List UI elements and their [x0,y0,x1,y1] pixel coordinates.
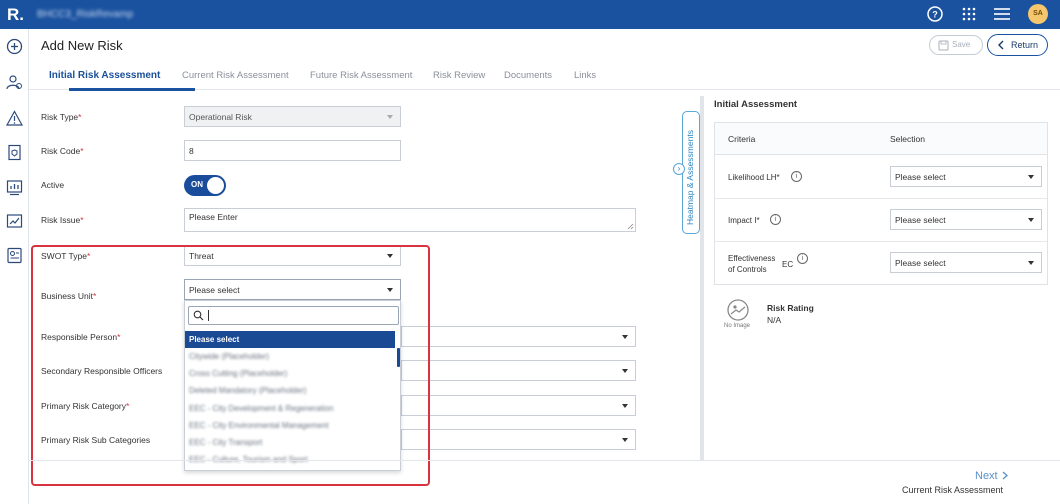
risk-rating-value: N/A [767,315,782,325]
tab-future-risk-assessment[interactable]: Future Risk Assessment [310,70,412,81]
resize-handle-icon[interactable] [627,223,634,230]
page-title: Add New Risk [41,38,123,53]
table-row: Effectiveness of Controls EC i Please se… [715,242,1047,285]
warning-icon[interactable] [6,110,23,127]
criteria-header: Criteria [728,134,756,144]
chevron-down-icon [1028,175,1034,179]
info-icon[interactable]: i [797,253,808,264]
chevron-down-icon [622,335,628,339]
report-chart-icon[interactable] [6,179,23,196]
add-circle-icon[interactable] [6,38,23,55]
risk-code-label: Risk Code* [41,146,84,156]
top-bar: R. BHCC3_RiskRevamp ? SA [0,0,1060,29]
chevron-down-icon [1028,261,1034,265]
no-image-label: No Image [724,323,751,329]
tab-documents[interactable]: Documents [504,70,552,81]
risk-issue-textarea[interactable]: Please Enter [184,208,636,232]
chevron-right-icon [1002,471,1008,480]
risk-type-select[interactable]: Operational Risk [184,106,401,127]
risk-rating-label: Risk Rating [767,303,814,313]
table-row: Impact I* i Please select [715,199,1047,242]
footer-divider [29,460,1060,461]
tab-current-risk-assessment[interactable]: Current Risk Assessment [182,70,289,81]
chevron-down-icon [622,438,628,442]
toggle-state: ON [191,180,203,189]
likelihood-select[interactable]: Please select [890,166,1042,187]
likelihood-label: Likelihood LH* [728,173,780,182]
responsible-person-select[interactable] [401,326,636,347]
tab-risk-review[interactable]: Risk Review [433,70,485,81]
app-logo[interactable]: R. [7,5,24,25]
heatmap-tab-label: Heatmap & Assessments [685,130,695,225]
impact-label: Impact I* [728,216,760,225]
active-toggle[interactable]: ON [184,175,226,196]
document-shield-icon[interactable] [6,144,23,161]
toggle-knob [207,177,224,194]
image-placeholder-icon [727,299,749,321]
chevron-right-icon[interactable]: › [673,163,685,175]
effectiveness-label-line2: of Controls [728,265,767,274]
chevron-down-icon [1028,218,1034,222]
primary-category-select[interactable] [401,395,636,416]
effectiveness-label: Effectiveness [728,254,776,263]
info-icon[interactable]: i [770,214,781,225]
users-icon[interactable] [6,74,23,91]
chevron-left-icon [998,40,1004,50]
active-label: Active [41,180,65,190]
impact-select[interactable]: Please select [890,209,1042,230]
user-avatar[interactable]: SA [1028,4,1048,24]
return-button[interactable]: Return [987,34,1048,56]
table-header: Criteria Selection [715,123,1047,155]
table-row: Likelihood LH* i Please select [715,156,1047,199]
secondary-officers-select[interactable] [401,360,636,381]
next-button[interactable]: Next [975,470,1009,482]
heatmap-assessments-tab[interactable]: Heatmap & Assessments [682,111,700,234]
return-label: Return [1011,40,1039,50]
chevron-down-icon [622,404,628,408]
help-icon[interactable]: ? [926,5,944,23]
risk-code-input[interactable]: 8 [184,140,401,161]
left-sidebar [0,29,29,504]
tab-initial-risk-assessment[interactable]: Initial Risk Assessment [49,70,160,81]
save-disk-icon [938,40,949,51]
highlight-box [31,245,430,486]
hamburger-menu-icon[interactable] [993,5,1011,23]
risk-issue-label: Risk Issue* [41,215,84,225]
apps-grid-icon[interactable] [960,5,978,23]
tab-links[interactable]: Links [574,70,596,81]
save-button[interactable]: Save [929,35,983,55]
active-tab-indicator [69,88,195,91]
chevron-down-icon [387,115,393,119]
chevron-down-icon [622,369,628,373]
selection-header: Selection [890,134,925,144]
app-title[interactable]: BHCC3_RiskRevamp [37,9,133,20]
dashboard-trend-icon[interactable] [6,213,23,230]
assessment-table: Criteria Selection Likelihood LH* i Plea… [714,122,1048,285]
initial-assessment-title: Initial Assessment [714,99,798,110]
effectiveness-select[interactable]: Please select [890,252,1042,273]
primary-sub-categories-select[interactable] [401,429,636,450]
risk-type-label: Risk Type* [41,112,82,122]
save-label: Save [952,40,971,49]
effectiveness-code: EC [782,260,794,269]
next-step-label: Current Risk Assessment [902,485,1004,495]
tab-bar: Initial Risk Assessment Current Risk Ass… [29,62,1060,91]
panel-divider[interactable] [700,96,704,460]
contact-card-icon[interactable] [6,247,23,264]
svg-text:?: ? [932,10,938,20]
info-icon[interactable]: i [791,171,802,182]
